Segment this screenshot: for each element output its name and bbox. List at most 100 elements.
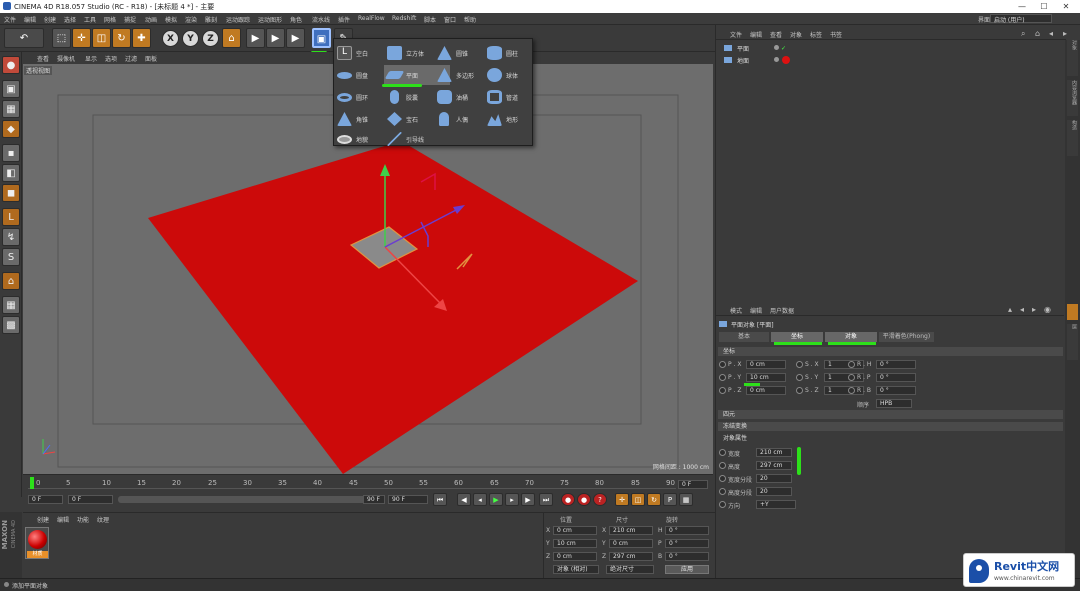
select-tool-icon[interactable]: ⬚ bbox=[52, 28, 71, 48]
height-field[interactable]: 297 cm bbox=[756, 461, 792, 470]
viewport-menu-options[interactable]: 选项 bbox=[105, 54, 117, 63]
mat-menu-edit[interactable]: 编辑 bbox=[57, 515, 69, 524]
object-row[interactable]: 平面 ✓ bbox=[724, 44, 1024, 53]
go-to-start-icon[interactable]: ⏮ bbox=[433, 493, 447, 506]
auto-key-icon[interactable]: ● bbox=[577, 493, 591, 506]
animate-dot[interactable] bbox=[719, 501, 726, 508]
viewport-menu-view[interactable]: 查看 bbox=[37, 54, 49, 63]
order-dropdown[interactable]: HPB bbox=[876, 399, 912, 408]
menu-motion-tracker[interactable]: 运动跟踪 bbox=[226, 15, 250, 24]
forward-icon[interactable]: ▸ bbox=[1063, 29, 1067, 38]
mat-menu-texture[interactable]: 纹理 bbox=[97, 515, 109, 524]
pos-y-field[interactable]: 10 cm bbox=[553, 539, 597, 548]
side-tab-objects[interactable]: 对象 bbox=[1067, 40, 1078, 76]
viewport-menu-filter[interactable]: 过滤 bbox=[125, 54, 137, 63]
om-menu-file[interactable]: 文件 bbox=[730, 30, 742, 39]
scale-tool-icon[interactable]: ◫ bbox=[92, 28, 111, 48]
previous-key-icon[interactable]: ◀ bbox=[457, 493, 471, 506]
quaternion-section[interactable]: 四元 bbox=[718, 410, 1063, 419]
polygons-mode-icon[interactable]: ◼ bbox=[2, 184, 20, 202]
menu-pipeline[interactable]: 流水线 bbox=[312, 15, 330, 24]
menu-mesh[interactable]: 网格 bbox=[104, 15, 116, 24]
workplane-icon[interactable]: ⌂ bbox=[2, 272, 20, 290]
maximize-button[interactable]: ☐ bbox=[1034, 1, 1054, 12]
menu-create[interactable]: 创建 bbox=[44, 15, 56, 24]
animate-dot[interactable] bbox=[719, 475, 726, 482]
menu-file[interactable]: 文件 bbox=[4, 15, 16, 24]
attr-menu-userdata[interactable]: 用户数据 bbox=[770, 306, 794, 315]
texture-mode-icon[interactable]: ▦ bbox=[2, 100, 20, 118]
rot-p-field[interactable]: 0 ° bbox=[665, 539, 709, 548]
popup-item-sphere[interactable]: 球体 bbox=[484, 65, 550, 85]
menu-tools[interactable]: 工具 bbox=[84, 15, 96, 24]
animate-dot[interactable] bbox=[719, 488, 726, 495]
points-mode-icon[interactable]: ▪ bbox=[2, 144, 20, 162]
tweak-mode-icon[interactable]: ↯ bbox=[2, 228, 20, 246]
home-icon[interactable]: ⌂ bbox=[1035, 29, 1040, 38]
frame-range-slider[interactable] bbox=[118, 496, 378, 503]
menu-redshift[interactable]: Redshift bbox=[392, 15, 416, 22]
viewport-menu-display[interactable]: 显示 bbox=[85, 54, 97, 63]
popup-item-tube[interactable]: 管道 bbox=[484, 87, 550, 107]
width-segments-field[interactable]: 20 bbox=[756, 474, 792, 483]
make-editable-icon[interactable]: ● bbox=[2, 56, 20, 74]
rot-h-field[interactable]: 0 ° bbox=[665, 526, 709, 535]
workplane-mode-icon[interactable]: ◆ bbox=[2, 120, 20, 138]
animate-dot[interactable] bbox=[848, 374, 855, 381]
attr-menu-mode[interactable]: 模式 bbox=[730, 306, 742, 315]
up-arrow-icon[interactable]: ▴ bbox=[1008, 305, 1012, 314]
edges-mode-icon[interactable]: ◧ bbox=[2, 164, 20, 182]
end-frame-field[interactable]: 0 F bbox=[678, 480, 708, 489]
apply-button[interactable]: 应用 bbox=[665, 565, 709, 574]
previous-frame-icon[interactable]: ◂ bbox=[473, 493, 487, 506]
menu-animate[interactable]: 动画 bbox=[145, 15, 157, 24]
object-row[interactable]: 地面 bbox=[724, 56, 1024, 65]
popup-item-landscape[interactable]: 地形 bbox=[484, 109, 550, 129]
x-axis-lock-button[interactable]: X bbox=[162, 30, 179, 47]
popup-item-cylinder[interactable]: 圆柱 bbox=[484, 43, 550, 63]
menu-script[interactable]: 脚本 bbox=[424, 15, 436, 24]
object-props-header[interactable]: 对象属性 bbox=[718, 434, 1063, 443]
menu-realflow[interactable]: RealFlow bbox=[358, 15, 385, 22]
model-mode-icon[interactable]: ▣ bbox=[2, 80, 20, 98]
side-tab-structure[interactable]: 构造 bbox=[1067, 120, 1078, 156]
planar-grid-icon[interactable]: ▩ bbox=[2, 316, 20, 334]
side-tab-layers[interactable]: 层 bbox=[1067, 324, 1078, 360]
pz-field[interactable]: 0 cm bbox=[746, 386, 786, 395]
undo-button[interactable]: ↶ bbox=[4, 28, 44, 48]
move-tool-icon[interactable]: ✛ bbox=[72, 28, 91, 48]
coordinate-system-icon[interactable]: ⌂ bbox=[222, 28, 241, 48]
animate-dot[interactable] bbox=[796, 387, 803, 394]
attr-back-icon[interactable]: ◂ bbox=[1020, 305, 1024, 314]
side-tab-content-browser[interactable]: 内容浏览器 bbox=[1067, 80, 1078, 116]
tab-coord[interactable]: 坐标 bbox=[771, 332, 823, 342]
visibility-dot[interactable] bbox=[774, 45, 779, 50]
material-swatch[interactable]: 材质 bbox=[25, 527, 49, 559]
animate-dot[interactable] bbox=[719, 462, 726, 469]
viewport-menu-camera[interactable]: 摄像机 bbox=[57, 54, 75, 63]
visibility-dot[interactable] bbox=[774, 57, 779, 62]
next-key-icon[interactable]: ▶ bbox=[521, 493, 535, 506]
animate-dot[interactable] bbox=[848, 387, 855, 394]
key-selection-icon[interactable]: ? bbox=[593, 493, 607, 506]
animate-dot[interactable] bbox=[796, 361, 803, 368]
menu-edit[interactable]: 编辑 bbox=[24, 15, 36, 24]
menu-mograph[interactable]: 运动图形 bbox=[258, 15, 282, 24]
render-picture-viewer-icon[interactable]: ▶ bbox=[266, 28, 285, 48]
minimize-button[interactable]: — bbox=[1012, 1, 1032, 12]
range-end-field[interactable]: 90 F bbox=[363, 495, 385, 504]
px-field[interactable]: 0 cm bbox=[746, 360, 786, 369]
back-icon[interactable]: ◂ bbox=[1049, 29, 1053, 38]
attr-forward-icon[interactable]: ▸ bbox=[1032, 305, 1036, 314]
material-tag-icon[interactable] bbox=[782, 56, 790, 64]
viewport-menu-panel[interactable]: 面板 bbox=[145, 54, 157, 63]
tab-basic[interactable]: 基本 bbox=[719, 332, 769, 342]
menu-window[interactable]: 窗口 bbox=[444, 15, 456, 24]
record-keys-icon[interactable]: ● bbox=[561, 493, 575, 506]
width-field[interactable]: 210 cm bbox=[756, 448, 792, 457]
menu-help[interactable]: 帮助 bbox=[464, 15, 476, 24]
recent-tool-icon[interactable]: ✚ bbox=[132, 28, 151, 48]
attr-menu-edit[interactable]: 编辑 bbox=[750, 306, 762, 315]
animate-dot[interactable] bbox=[719, 361, 726, 368]
key-position-icon[interactable]: ✛ bbox=[615, 493, 629, 506]
